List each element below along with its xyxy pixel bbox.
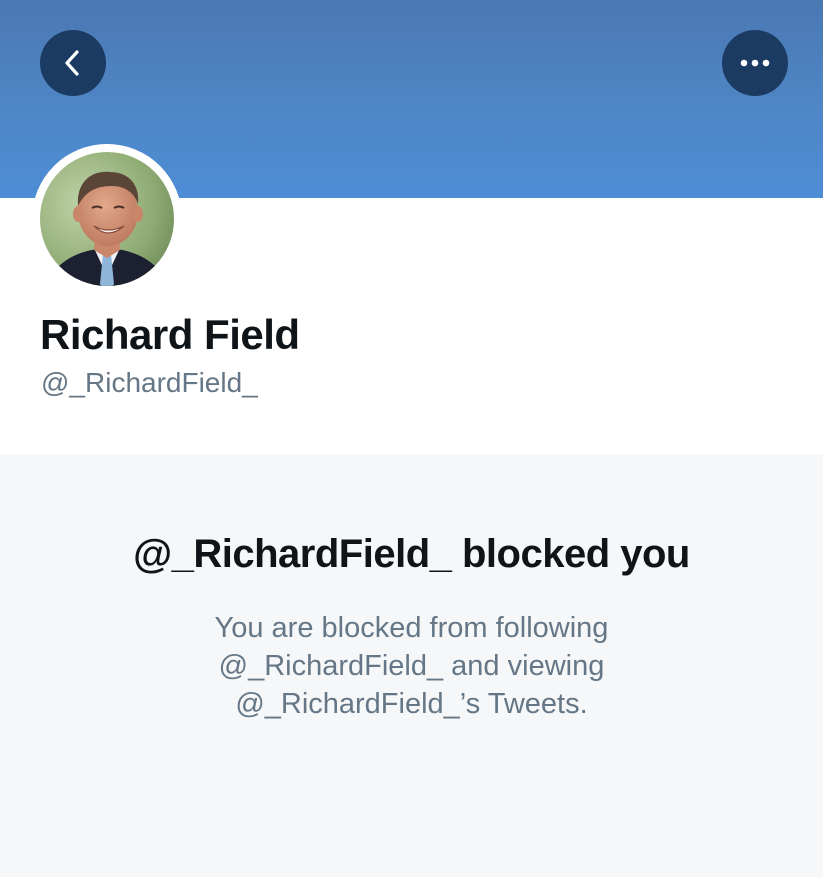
blocked-notice-panel: @_RichardField_ blocked you You are bloc… [0, 454, 823, 877]
blocked-title: @_RichardField_ blocked you [133, 532, 690, 576]
ellipsis-icon [740, 59, 770, 67]
chevron-left-icon [65, 50, 79, 76]
avatar[interactable] [32, 144, 182, 294]
blocked-message: You are blocked from following @_Richard… [0, 609, 823, 723]
more-options-button[interactable] [722, 30, 788, 96]
blocked-message-line: @_RichardField_’s Tweets. [235, 688, 588, 720]
profile-display-name: Richard Field [40, 311, 300, 358]
blocked-message-line: @_RichardField_ and viewing [218, 650, 605, 682]
back-button[interactable] [40, 30, 106, 96]
profile-photo [32, 144, 182, 294]
blocked-message-line: You are blocked from following [214, 612, 609, 644]
profile-handle: @_RichardField_ [41, 367, 258, 398]
